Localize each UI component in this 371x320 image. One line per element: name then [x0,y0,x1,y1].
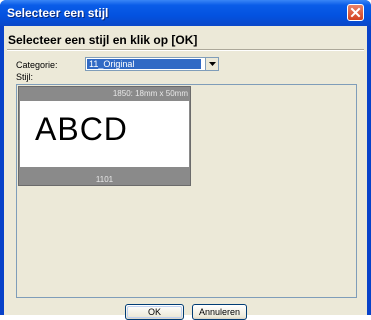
style-list[interactable]: 1850: 18mm x 50mm ABCD 1101 [16,84,357,298]
style-label: Stijl: [16,72,34,82]
chevron-down-icon [209,62,216,66]
category-select-value: 11_Original [87,59,201,69]
heading-separator [7,49,364,51]
window-title: Selecteer een stijl [7,6,109,20]
dialog-heading: Selecteer een stijl en klik op [OK] [8,33,198,47]
category-dropdown-button[interactable] [205,58,218,70]
dialog-window: Selecteer een stijl Selecteer een stijl … [0,0,371,320]
style-item-preview-text: ABCD [35,111,128,147]
ok-button[interactable]: OK [125,304,184,320]
cancel-button[interactable]: Annuleren [192,304,247,320]
style-item-preview: ABCD [20,101,189,167]
title-bar[interactable]: Selecteer een stijl [0,0,371,26]
style-item-1101[interactable]: 1850: 18mm x 50mm ABCD 1101 [18,86,191,186]
close-icon [350,7,361,18]
category-label: Categorie: [16,60,58,70]
dialog-body: Selecteer een stijl en klik op [OK] Cate… [4,26,367,320]
style-item-number: 1101 [95,175,114,184]
style-item-size: 1850: 18mm x 50mm [112,89,188,98]
category-select[interactable]: 11_Original [85,57,219,71]
close-button[interactable] [347,4,364,21]
